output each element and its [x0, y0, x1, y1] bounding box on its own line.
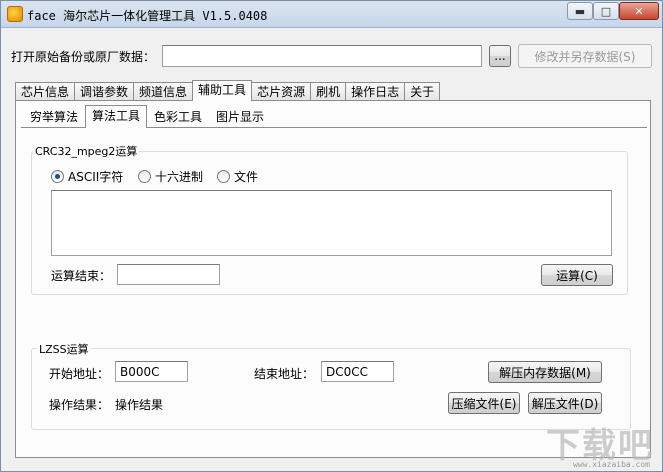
tab-chip-resources[interactable]: 芯片资源	[251, 82, 312, 101]
lzss-group-title: LZSS运算	[37, 341, 91, 357]
end-address-input[interactable]: DC0CC	[321, 361, 394, 382]
main-tabs: 芯片信息 调谐参数 频道信息 辅助工具 芯片资源 刷机 操作日志 关于	[15, 80, 441, 101]
save-as-button[interactable]: 修改并另存数据(S)	[518, 44, 652, 68]
radio-hex-dot	[138, 170, 151, 183]
tab-flash[interactable]: 刷机	[310, 82, 347, 101]
radio-ascii-label: ASCII字符	[68, 170, 124, 184]
radio-file[interactable]: 文件	[217, 168, 258, 185]
crc-result-field[interactable]	[117, 264, 220, 285]
window-title: face 海尔芯片一体化管理工具 V1.5.0408	[27, 9, 268, 23]
app-window: face 海尔芯片一体化管理工具 V1.5.0408 ▬ □ ✕ 打开原始备份或…	[0, 0, 663, 472]
end-address-label: 结束地址：	[254, 367, 315, 381]
radio-ascii-dot	[51, 170, 64, 183]
decompress-file-button[interactable]: 解压文件(D)	[528, 392, 602, 414]
op-result-value: 操作结果	[115, 398, 164, 412]
start-address-input[interactable]: B000C	[115, 361, 188, 382]
tab-operation-log[interactable]: 操作日志	[345, 82, 406, 101]
watermark-url: www.xiazaiba.com	[572, 460, 650, 469]
start-address-label: 开始地址：	[49, 367, 110, 381]
minimize-icon: ▬	[574, 4, 586, 18]
close-button[interactable]: ✕	[619, 2, 659, 20]
radio-file-label: 文件	[234, 170, 259, 184]
open-file-label: 打开原始备份或原厂数据：	[11, 50, 156, 64]
crc-result-label: 运算结束：	[51, 269, 112, 283]
compute-button[interactable]: 运算(C)	[541, 264, 613, 286]
maximize-icon: □	[600, 4, 612, 18]
minimize-button[interactable]: ▬	[567, 2, 593, 20]
subtab-color-tools[interactable]: 色彩工具	[147, 106, 209, 127]
app-icon	[7, 6, 23, 22]
crc-input-textarea[interactable]	[51, 190, 612, 256]
radio-hex[interactable]: 十六进制	[138, 168, 203, 185]
tab-chip-info[interactable]: 芯片信息	[15, 82, 76, 101]
file-path-input[interactable]	[162, 45, 482, 67]
op-result-label: 操作结果：	[49, 398, 110, 412]
subtab-image-display[interactable]: 图片显示	[209, 106, 271, 127]
browse-button[interactable]: ...	[489, 45, 511, 67]
tab-aux-tools[interactable]: 辅助工具	[192, 80, 253, 101]
radio-file-dot	[217, 170, 230, 183]
tab-about[interactable]: 关于	[404, 82, 441, 101]
compress-file-button[interactable]: 压缩文件(E)	[448, 392, 520, 414]
tab-tuning-params[interactable]: 调谐参数	[74, 82, 135, 101]
decompress-memory-button[interactable]: 解压内存数据(M)	[488, 361, 602, 383]
radio-hex-label: 十六进制	[155, 170, 204, 184]
close-icon: ✕	[634, 4, 644, 18]
sub-tabs: 穷举算法 算法工具 色彩工具 图片显示	[23, 104, 271, 128]
subtab-exhaustive[interactable]: 穷举算法	[23, 106, 85, 127]
title-bar[interactable]: face 海尔芯片一体化管理工具 V1.5.0408 ▬ □ ✕	[1, 1, 662, 28]
crc-group-title: CRC32_mpeg2运算	[33, 143, 140, 159]
radio-ascii[interactable]: ASCII字符	[51, 168, 123, 185]
maximize-button[interactable]: □	[593, 2, 619, 20]
tab-channel-info[interactable]: 频道信息	[133, 82, 194, 101]
subtab-algorithm-tools[interactable]: 算法工具	[85, 105, 148, 128]
